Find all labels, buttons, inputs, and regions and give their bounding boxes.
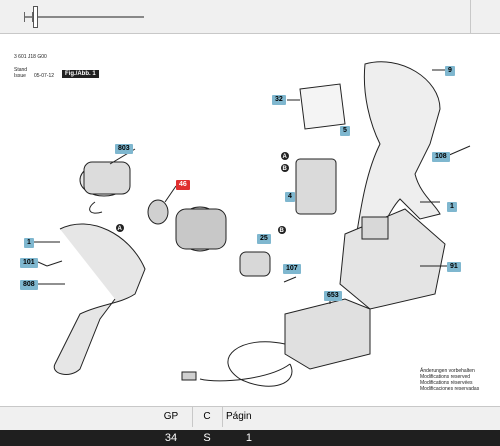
charger-unit [284,298,371,370]
cell-gp: 34 [164,432,178,444]
part-label[interactable]: 108 [432,152,450,162]
zoom-slider-track[interactable] [24,12,144,22]
chuck-part [239,251,271,277]
toolbar-divider [470,0,471,33]
modification-notes: Änderungen vorbehalten Modifications res… [420,368,479,392]
exploded-view-drawing: A B A B [30,61,471,387]
part-label[interactable]: 91 [447,262,461,272]
zoom-slider-thumb[interactable] [33,6,38,28]
column-header-c[interactable]: C [192,407,223,427]
part-label[interactable]: 808 [20,280,38,290]
part-label[interactable]: 1 [24,238,34,248]
column-header-gp[interactable]: GP [150,407,193,427]
battery-pack [339,208,446,310]
part-label[interactable]: 25 [257,234,271,244]
part-label[interactable]: 101 [20,258,38,268]
cell-c: S [203,432,211,444]
housing-half [53,223,146,375]
callout-a: A [283,154,288,160]
cell-page: 1 [245,432,252,444]
part-label[interactable]: 107 [283,264,301,274]
callout-a: A [118,226,123,232]
callout-b: B [280,228,285,234]
note-line: Modificaciones reservadas [420,386,480,392]
column-header-page[interactable]: Págin [226,407,286,427]
part-label[interactable]: 803 [115,144,133,154]
parts-table: GP C Págin 34 S 1 [0,406,500,446]
zoom-tick [24,12,25,22]
drawing-viewer[interactable]: 3 601 J18 G00 Stand Issue 05-07-12 Fig./… [0,34,500,406]
part-label[interactable]: 5 [340,126,350,136]
viewer-toolbar [0,0,500,34]
part-label[interactable]: 32 [272,95,286,105]
part-label[interactable]: 4 [285,192,295,202]
part-label[interactable]: 653 [324,291,342,301]
part-label[interactable]: 1 [447,202,457,212]
part-label-highlighted[interactable]: 46 [176,180,190,190]
switch-part [295,158,337,215]
callout-b: B [283,166,288,172]
part-label[interactable]: 9 [445,66,455,76]
gear-part [147,199,169,225]
table-row[interactable]: 34 S 1 [0,430,500,446]
